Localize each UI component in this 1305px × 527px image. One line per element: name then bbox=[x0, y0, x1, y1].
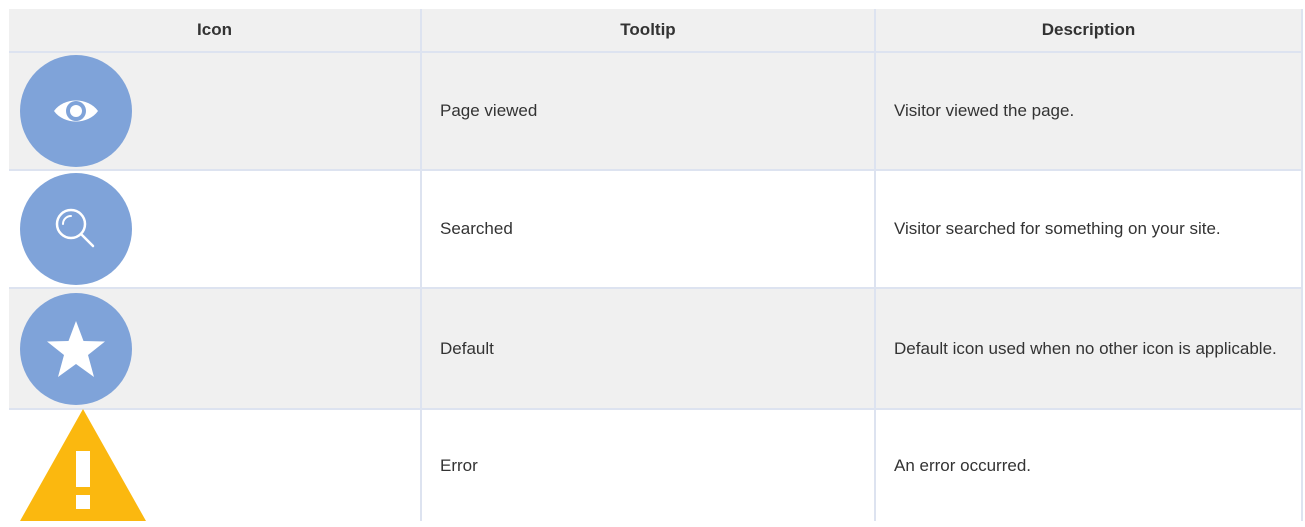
header-tooltip: Tooltip bbox=[421, 9, 876, 53]
header-description: Description bbox=[875, 9, 1303, 53]
icon-cell bbox=[9, 409, 422, 521]
icon-reference-table-wrapper: Icon Tooltip Description Page viewed Vis… bbox=[9, 9, 1303, 521]
icon-cell bbox=[9, 288, 422, 410]
table-row: Default Default icon used when no other … bbox=[9, 288, 1303, 410]
table-header-row: Icon Tooltip Description bbox=[9, 9, 1303, 53]
search-icon bbox=[20, 173, 132, 285]
table-row: Page viewed Visitor viewed the page. bbox=[9, 52, 1303, 171]
icon-cell bbox=[9, 52, 422, 171]
header-icon: Icon bbox=[9, 9, 422, 53]
description-cell: Default icon used when no other icon is … bbox=[875, 288, 1303, 410]
table-row: Error An error occurred. bbox=[9, 409, 1303, 521]
table-row: Searched Visitor searched for something … bbox=[9, 170, 1303, 289]
description-cell: Visitor searched for something on your s… bbox=[875, 170, 1303, 289]
description-cell: Visitor viewed the page. bbox=[875, 52, 1303, 171]
description-cell: An error occurred. bbox=[875, 409, 1303, 521]
icon-cell bbox=[9, 170, 422, 289]
warning-icon bbox=[20, 409, 146, 521]
tooltip-cell: Page viewed bbox=[421, 52, 876, 171]
icon-reference-table: Icon Tooltip Description Page viewed Vis… bbox=[9, 9, 1303, 521]
eye-icon bbox=[20, 55, 132, 167]
star-icon bbox=[20, 292, 132, 405]
tooltip-cell: Searched bbox=[421, 170, 876, 289]
tooltip-cell: Default bbox=[421, 288, 876, 410]
tooltip-cell: Error bbox=[421, 409, 876, 521]
